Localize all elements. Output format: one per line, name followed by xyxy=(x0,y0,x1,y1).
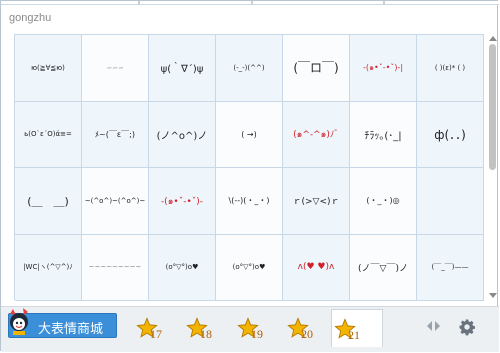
emoticon-cell[interactable]: ю(≧∀≦ю) xyxy=(15,35,82,102)
emoticon-cell[interactable]: ~(^o^)~(^o^)~ xyxy=(82,168,149,235)
emoticon-cell[interactable]: ﾁﾗｯ｡(･_| xyxy=(350,101,417,168)
chevron-right-icon[interactable] xyxy=(435,321,440,331)
emoticon-cell[interactable]: (ノ￣▽￣)ノ xyxy=(350,234,417,301)
gear-icon[interactable] xyxy=(458,318,476,336)
tab-emoticon-19[interactable]: 19 xyxy=(235,313,283,343)
emoticon-cell[interactable]: \(--)(・_・) xyxy=(216,168,283,235)
tab-number: 18 xyxy=(200,327,212,341)
scrollbar-thumb[interactable] xyxy=(489,44,496,170)
tab-emoticon-18[interactable]: 18 xyxy=(184,313,232,343)
chevron-left-icon[interactable] xyxy=(427,321,432,331)
emoticon-cell[interactable]: |WC|ヽ(^▽^)ﾉ xyxy=(15,234,82,301)
emoticon-cell[interactable]: (๑^-^๑)ﾉﾞ xyxy=(283,101,350,168)
vertical-scrollbar[interactable] xyxy=(488,34,498,300)
emoticon-cell[interactable]: ʌ(♥ ♥)ʌ xyxy=(283,234,350,301)
emoticon-store-button[interactable]: 大表情商城 xyxy=(8,308,117,338)
emoticon-cell[interactable] xyxy=(417,168,484,235)
emoticon-cell[interactable]: ~~~~~~~~~ xyxy=(82,234,149,301)
tab-number: 19 xyxy=(251,327,263,341)
emoticon-cell[interactable]: ( →) xyxy=(216,101,283,168)
emoticon-cell[interactable]: -(๑•ˇ-•ˇ)- xyxy=(149,168,216,235)
emoticon-cell[interactable]: (￣_￣)—— xyxy=(417,234,484,301)
scroll-down-arrow-icon[interactable] xyxy=(489,293,497,298)
emoticon-cell[interactable]: ∽∽∽ xyxy=(82,35,149,102)
emoticon-cell[interactable]: (＿ ＿) xyxy=(15,168,82,235)
emoticon-panel: gongzhu ю(≧∀≦ю) ∽∽∽ ψ(｀∇´)ψ (-_-)(^^) (￣… xyxy=(0,0,499,352)
emoticon-cell[interactable]: (o°▽°)o♥ xyxy=(149,234,216,301)
emoticon-cell[interactable]: (ノ^o^)ノ xyxy=(149,101,216,168)
tab-emoticon-17[interactable]: 17 xyxy=(134,313,182,343)
top-border xyxy=(1,1,499,5)
emoticon-cell[interactable]: ь(O`ε´O)ά≡= xyxy=(15,101,82,168)
emoticon-cell[interactable]: ｒ(>▽<)ｒ xyxy=(283,168,350,235)
emoticon-cell[interactable]: ф(．．) xyxy=(417,101,484,168)
emoticon-cell[interactable]: (o°▽°)o♥ xyxy=(216,234,283,301)
emoticon-cell[interactable]: ψ(｀∇´)ψ xyxy=(149,35,216,102)
emoticon-cell[interactable]: (-_-)(^^) xyxy=(216,35,283,102)
tab-emoticon-20[interactable]: 20 xyxy=(285,313,333,343)
mascot-icon xyxy=(10,308,28,335)
tab-emoticon-21[interactable]: 21 xyxy=(331,309,383,347)
tab-number: 20 xyxy=(301,327,313,341)
scroll-up-arrow-icon[interactable] xyxy=(489,36,497,41)
emoticon-cell[interactable]: ﾒ~(￣ε￣;) xyxy=(82,101,149,168)
tab-number: 21 xyxy=(348,328,360,342)
emoticon-cell[interactable]: ( )(ε)* ( ) xyxy=(417,35,484,102)
emoticon-cell[interactable]: -(๑•ˇ-•ˇ)-| xyxy=(350,35,417,102)
emoticon-cell[interactable]: (・_・)◎ xyxy=(350,168,417,235)
panel-title: gongzhu xyxy=(9,12,52,24)
emoticon-cell[interactable]: (￣ロ￣) xyxy=(283,35,350,102)
tab-number: 17 xyxy=(150,327,162,341)
emoticon-grid: ю(≧∀≦ю) ∽∽∽ ψ(｀∇´)ψ (-_-)(^^) (￣ロ￣) -(๑•… xyxy=(14,34,484,301)
store-label: 大表情商城 xyxy=(38,322,104,337)
